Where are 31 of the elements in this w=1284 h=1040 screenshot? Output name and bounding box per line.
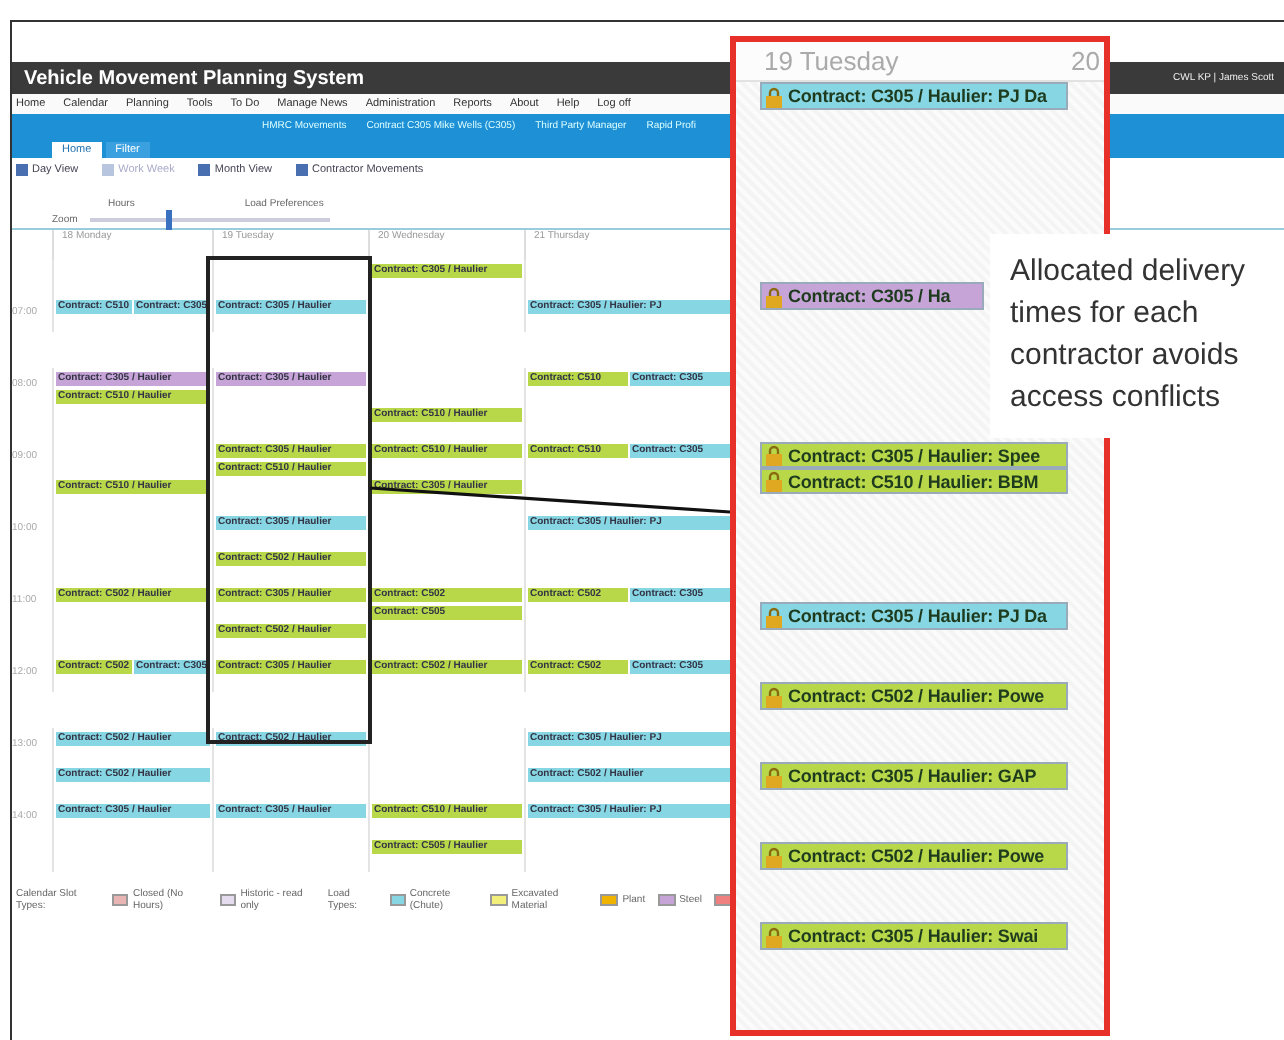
calendar-event[interactable]: Contract: C510 / Haulier: BBM [760,468,1068,494]
app-title: Vehicle Movement Planning System [24,67,365,89]
event-label: Contract: C305 / Haulier: PJ Da [788,86,1047,106]
calendar-event[interactable]: Contract: C305 / Haulier: PJ Da [760,82,1068,110]
lock-icon [764,605,784,627]
day-header: 19 Tuesday [764,46,899,76]
lock-icon [764,85,784,107]
day-header: 20 [1071,46,1100,76]
lock-icon [764,685,784,707]
event-label: Contract: C305 / Haulier: GAP [788,766,1037,786]
event-label: Contract: C305 / Haulier: PJ Da [788,606,1047,626]
event-label: Contract: C502 / Haulier: Powe [788,846,1045,866]
lock-icon [764,765,784,787]
slider-thumb[interactable] [166,209,173,229]
event-label: Contract: C305 / Haulier: Swai [788,926,1039,946]
lock-icon [764,925,784,947]
event-label: Contract: C510 / Haulier: BBM [788,471,1039,491]
lock-icon [764,285,784,307]
lock-icon [764,444,784,466]
event-label: Contract: C305 / Haulier: Spee [788,445,1041,465]
lock-icon [764,845,784,867]
lock-icon [764,470,784,492]
calendar-event[interactable]: Contract: C305 / Haulier: PJ Da [760,602,1068,630]
calendar-event[interactable]: Contract: C305 / Haulier: GAP [760,762,1068,790]
calendar-event[interactable]: Contract: C502 / Haulier: Powe [760,842,1068,870]
calendar-event[interactable]: Contract: C305 / Ha [760,282,984,310]
event-label: Contract: C502 / Haulier: Powe [788,686,1045,706]
calendar-event[interactable]: Contract: C502 / Haulier: Powe [760,682,1068,710]
event-label: Contract: C305 / Ha [788,286,951,306]
calendar-event[interactable]: Contract: C305 / Haulier: Swai [760,922,1068,950]
calendar-event[interactable]: Contract: C305 / Haulier: Spee [760,442,1068,468]
